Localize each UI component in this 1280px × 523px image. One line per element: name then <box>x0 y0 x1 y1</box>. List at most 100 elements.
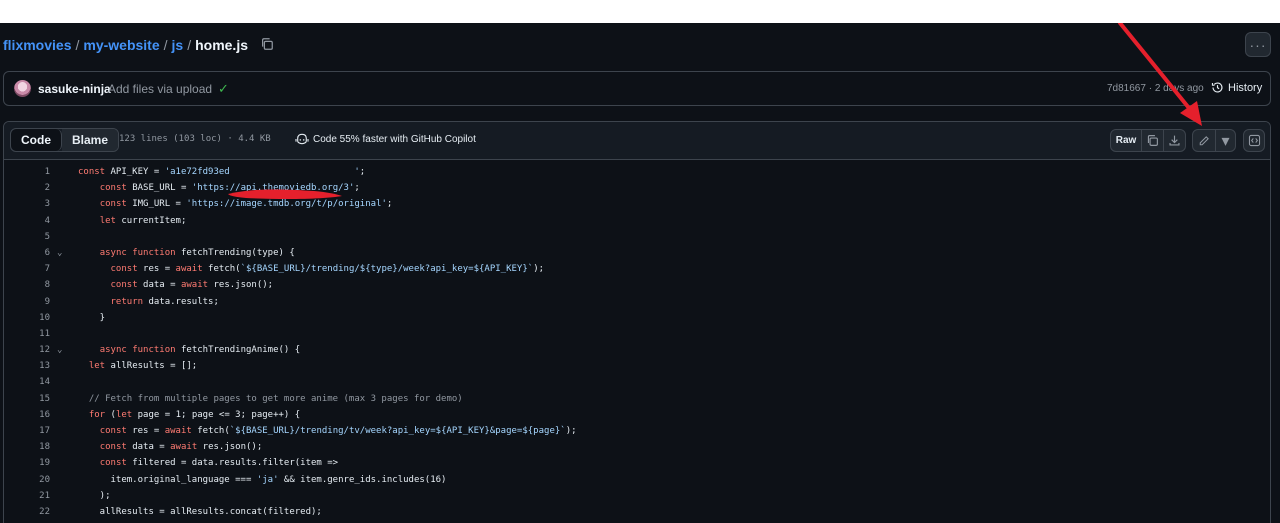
fold-chevron-icon[interactable]: ⌄ <box>57 245 62 261</box>
download-icon <box>1169 135 1180 146</box>
line-number[interactable]: 19 <box>4 455 50 471</box>
code-line[interactable]: 7 const res = await fetch(`${BASE_URL}/t… <box>4 261 1270 277</box>
line-number[interactable]: 18 <box>4 439 50 455</box>
code-line[interactable]: 19 const filtered = data.results.filter(… <box>4 455 1270 471</box>
history-button[interactable]: History <box>1211 81 1262 94</box>
annotation-arrow <box>1118 23 1202 126</box>
code-view[interactable]: 1 const API_KEY = 'a1e72fd93ed '; 2 const … <box>4 160 1270 520</box>
line-number[interactable]: 17 <box>4 423 50 439</box>
line-number[interactable]: 2 <box>4 180 50 196</box>
line-number[interactable]: 3 <box>4 196 50 212</box>
code-line[interactable]: 3 const IMG_URL = 'https://image.tmdb.or… <box>4 196 1270 212</box>
breadcrumb-file-name: home.js <box>195 37 248 53</box>
code-text: const filtered = data.results.filter(ite… <box>99 458 339 469</box>
code-text: let allResults = []; <box>88 361 198 372</box>
more-options-button[interactable]: ··· <box>1245 32 1271 57</box>
fold-chevron-icon[interactable]: ⌄ <box>57 342 62 358</box>
line-number[interactable]: 7 <box>4 261 50 277</box>
commit-message[interactable]: Add files via upload <box>108 82 212 96</box>
raw-button[interactable]: Raw <box>1110 129 1142 152</box>
latest-commit-bar: sasuke-ninja Add files via upload ✓ 7d81… <box>3 71 1271 106</box>
line-number[interactable]: 14 <box>4 374 50 390</box>
code-text: const data = await res.json(); <box>99 442 263 453</box>
breadcrumb-separator: / <box>163 37 168 53</box>
line-number[interactable]: 20 <box>4 472 50 488</box>
code-text: // Fetch from multiple pages to get more… <box>78 393 463 404</box>
code-text: return data.results; <box>110 296 219 307</box>
line-number[interactable]: 9 <box>4 294 50 310</box>
copilot-promo-link[interactable]: Code 55% faster with GitHub Copilot <box>295 133 476 145</box>
code-line[interactable]: 2 const BASE_URL = 'https://api.themovie… <box>4 180 1270 196</box>
code-line[interactable]: 21 ); <box>4 488 1270 504</box>
tab-blame[interactable]: Blame <box>62 129 119 151</box>
line-number[interactable]: 21 <box>4 488 50 504</box>
history-label: History <box>1228 81 1263 94</box>
code-line[interactable]: 20 item.original_language === 'ja' && it… <box>4 472 1270 488</box>
code-text: let currentItem; <box>99 215 187 226</box>
screenshot-top-margin <box>0 0 1280 23</box>
raw-label: Raw <box>1115 135 1137 146</box>
code-line[interactable]: 1 const API_KEY = 'a1e72fd93ed '; <box>4 164 1270 180</box>
line-number[interactable]: 8 <box>4 277 50 293</box>
breadcrumb-separator: / <box>187 37 192 53</box>
line-number[interactable]: 22 <box>4 504 50 520</box>
file-info: 123 lines (103 loc) · 4.4 KB <box>119 134 271 144</box>
code-text: } <box>78 312 106 323</box>
code-line[interactable]: 11 <box>4 326 1270 342</box>
breadcrumb-repo-link[interactable]: my-website <box>83 37 159 53</box>
tab-code[interactable]: Code <box>11 129 62 151</box>
commit-author[interactable]: sasuke-ninja <box>38 82 111 96</box>
copilot-icon <box>295 133 309 145</box>
code-line[interactable]: 4 let currentItem; <box>4 213 1270 229</box>
code-line[interactable]: 17 const res = await fetch(`${BASE_URL}/… <box>4 423 1270 439</box>
code-square-icon <box>1248 134 1260 147</box>
history-icon <box>1211 82 1223 93</box>
line-number[interactable]: 5 <box>4 229 50 245</box>
file-container: Code Blame 123 lines (103 loc) · 4.4 KB … <box>3 121 1271 523</box>
copy-path-icon[interactable] <box>260 37 276 53</box>
code-line[interactable]: 13 let allResults = []; <box>4 358 1270 374</box>
line-number[interactable]: 12 <box>4 342 50 358</box>
breadcrumb: flixmovies / my-website / js / home.js <box>3 37 276 53</box>
code-text: const API_KEY = 'a1e72fd93ed '; <box>78 167 366 177</box>
code-text: async function fetchTrendingAnime() { <box>99 345 301 356</box>
code-line[interactable]: 14 <box>4 374 1270 390</box>
code-text: async function fetchTrending(type) { <box>99 247 295 258</box>
line-number[interactable]: 11 <box>4 326 50 342</box>
code-line[interactable]: 12 ⌄ async function fetchTrendingAnime() … <box>4 342 1270 358</box>
code-text: allResults = allResults.concat(filtered)… <box>78 506 322 517</box>
copy-icon <box>1147 135 1158 146</box>
line-number[interactable]: 13 <box>4 358 50 374</box>
symbols-panel-button[interactable] <box>1243 129 1265 152</box>
line-number[interactable]: 4 <box>4 213 50 229</box>
code-text: item.original_language === 'ja' && item.… <box>78 474 447 485</box>
file-view: flixmovies / my-website / js / home.js ·… <box>0 23 1280 523</box>
line-number[interactable]: 6 <box>4 245 50 261</box>
download-button[interactable] <box>1163 129 1186 152</box>
line-number[interactable]: 16 <box>4 407 50 423</box>
code-line[interactable]: 6 ⌄ async function fetchTrending(type) { <box>4 245 1270 261</box>
code-line[interactable]: 9 return data.results; <box>4 294 1270 310</box>
line-number[interactable]: 10 <box>4 310 50 326</box>
code-line[interactable]: 18 const data = await res.json(); <box>4 439 1270 455</box>
check-icon[interactable]: ✓ <box>218 81 229 97</box>
edit-options-button[interactable]: ▾ <box>1215 129 1236 152</box>
breadcrumb-owner-link[interactable]: flixmovies <box>3 37 71 53</box>
code-text: ); <box>78 490 111 501</box>
avatar[interactable] <box>14 80 31 97</box>
code-line[interactable]: 22 allResults = allResults.concat(filter… <box>4 504 1270 520</box>
code-line[interactable]: 15 // Fetch from multiple pages to get m… <box>4 391 1270 407</box>
code-line[interactable]: 16 for (let page = 1; page <= 3; page++)… <box>4 407 1270 423</box>
code-line[interactable]: 5 <box>4 229 1270 245</box>
line-number[interactable]: 15 <box>4 391 50 407</box>
code-line[interactable]: 8 const data = await res.json(); <box>4 277 1270 293</box>
code-line[interactable]: 10 } <box>4 310 1270 326</box>
line-number[interactable]: 1 <box>4 164 50 180</box>
edit-file-button[interactable] <box>1192 129 1216 152</box>
code-text: const data = await res.json(); <box>110 280 274 291</box>
chevron-down-icon: ▾ <box>1221 132 1230 150</box>
view-toggle: Code Blame <box>10 128 120 152</box>
kebab-horizontal-icon: ··· <box>1249 36 1267 53</box>
breadcrumb-dir-link[interactable]: js <box>172 37 184 53</box>
copy-raw-button[interactable] <box>1141 129 1164 152</box>
